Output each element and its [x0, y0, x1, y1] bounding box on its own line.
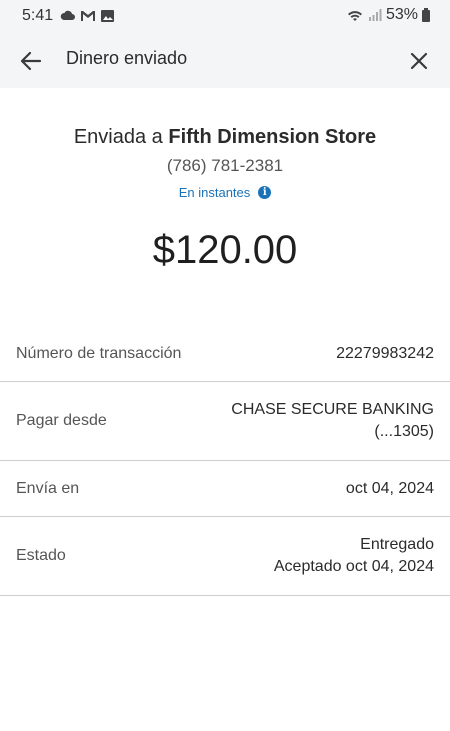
close-icon[interactable] — [406, 48, 432, 74]
amount: $120.00 — [152, 228, 298, 272]
gmail-icon — [81, 11, 95, 21]
status-bar: 5:41 53% — [0, 0, 450, 34]
status-time: 5:41 — [22, 7, 54, 24]
transaction-details: Número de transacción 22279983242 Pagar … — [0, 326, 450, 596]
detail-label: Estado — [16, 547, 66, 564]
detail-label: Pagar desde — [16, 412, 107, 429]
detail-row-send-date: Envía en oct 04, 2024 — [0, 461, 450, 517]
battery-percent: 53% — [385, 6, 418, 23]
send-date: oct 04, 2024 — [345, 479, 434, 497]
bank-name: CHASE SECURE BANKING — [231, 401, 434, 418]
image-icon — [101, 10, 114, 22]
back-arrow-icon[interactable] — [18, 48, 44, 74]
delivery-speed: En instantes — [178, 185, 251, 200]
detail-row-transaction-number: Número de transacción 22279983242 — [0, 326, 450, 382]
signal-icon — [368, 9, 382, 21]
system-icons: 53% — [346, 6, 430, 24]
status-accepted-date: Aceptado oct 04, 2024 — [273, 558, 434, 575]
detail-label: Envía en — [16, 479, 80, 497]
cloud-icon — [60, 10, 75, 20]
recipient-line: Enviada a Fifth Dimension Store — [0, 126, 450, 149]
detail-label: Número de transacción — [16, 344, 182, 362]
detail-value: CHASE SECURE BANKING (...1305) — [231, 399, 434, 443]
transaction-number: 22279983242 — [336, 344, 434, 362]
notification-icons — [60, 9, 115, 23]
battery-icon — [422, 8, 430, 22]
detail-value: 22279983242 — [336, 343, 434, 365]
app-bar: Dinero enviado — [0, 34, 450, 88]
recipient-name: Fifth Dimension Store — [168, 126, 377, 148]
recipient-phone: (786) 781-2381 — [166, 156, 284, 175]
page-title: Dinero enviado — [66, 48, 188, 68]
detail-row-pay-from: Pagar desde CHASE SECURE BANKING (...130… — [0, 382, 450, 461]
detail-row-status: Estado Entregado Aceptado oct 04, 2024 — [0, 517, 450, 596]
account-suffix: (...1305) — [374, 423, 434, 440]
wifi-icon — [347, 11, 362, 21]
delivery-speed-row: En instantes i — [0, 185, 450, 200]
status-value: Entregado — [360, 536, 434, 553]
info-icon[interactable]: i — [258, 186, 272, 199]
sent-to-prefix: Enviada a — [73, 126, 163, 148]
detail-value: Entregado Aceptado oct 04, 2024 — [274, 534, 434, 578]
detail-value: oct 04, 2024 — [346, 478, 434, 500]
